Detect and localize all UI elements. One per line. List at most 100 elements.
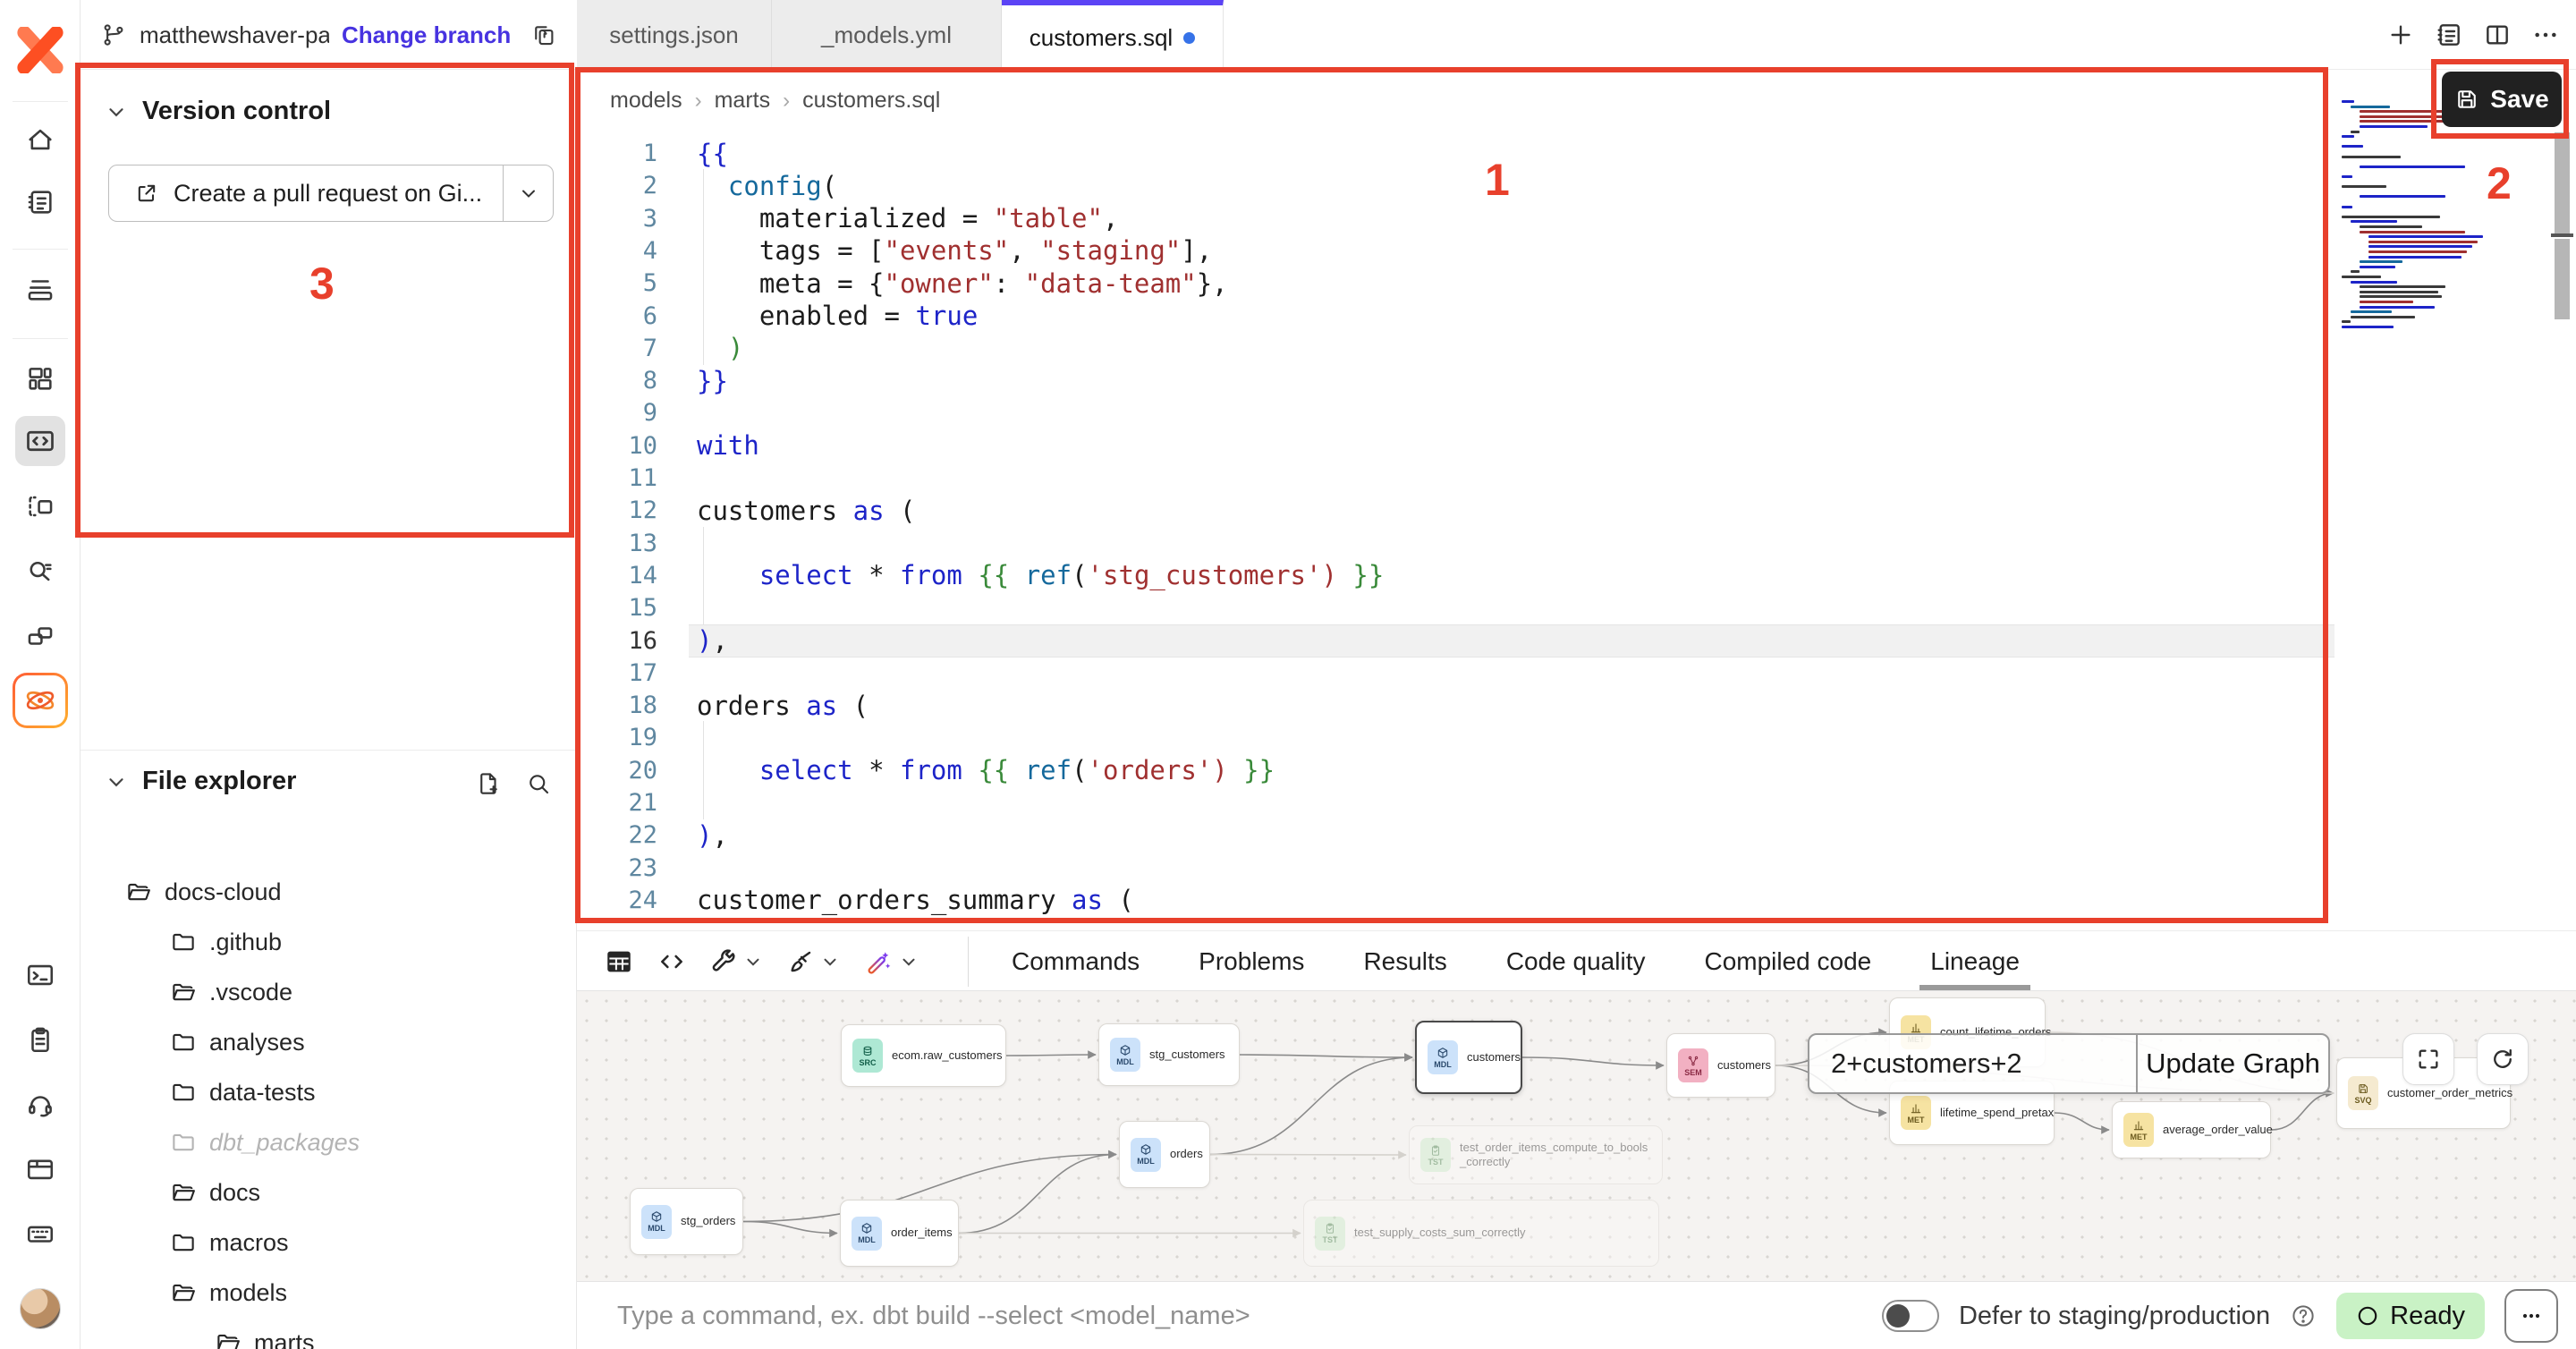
panel-tab-code-quality[interactable]: Code quality — [1501, 947, 1651, 976]
file-item-docs[interactable]: docs — [170, 1173, 260, 1212]
lineage-node-orders[interactable]: MDLorders — [1119, 1121, 1210, 1188]
notebook-icon[interactable] — [15, 177, 65, 227]
keyboard-icon[interactable] — [15, 1209, 65, 1259]
editor-minimap[interactable] — [2342, 100, 2485, 378]
panel-tab-commands[interactable]: Commands — [1006, 947, 1145, 976]
command-input[interactable]: Type a command, ex. dbt build --select <… — [617, 1282, 1250, 1349]
lineage-node-stg_customers[interactable]: MDLstg_customers — [1098, 1023, 1240, 1086]
code-line[interactable]: 14 select * from {{ ref('stg_customers')… — [577, 559, 2343, 592]
file-item-.github[interactable]: .github — [170, 922, 282, 962]
breadcrumb-item[interactable]: models — [610, 88, 682, 114]
dbt-logo[interactable] — [15, 25, 65, 75]
file-item-models[interactable]: models — [170, 1273, 287, 1312]
code-line[interactable]: 3 materialized = "table", — [577, 202, 2343, 235]
split-view-icon[interactable] — [2483, 21, 2512, 49]
ai-fix-wand-icon[interactable] — [863, 946, 919, 977]
chevron-down-icon[interactable] — [743, 952, 763, 971]
breadcrumb-item[interactable]: customers.sql — [802, 88, 940, 114]
dbt-copilot-icon[interactable] — [13, 673, 68, 728]
changelog-icon[interactable] — [2435, 21, 2463, 49]
lineage-node-test_supply[interactable]: TSTtest_supply_costs_sum_correctly — [1303, 1200, 1659, 1267]
lineage-selector-input[interactable]: 2+customers+2 — [1809, 1035, 2138, 1092]
code-line[interactable]: 8}} — [577, 364, 2343, 397]
panel-tab-lineage[interactable]: Lineage — [1925, 947, 2025, 976]
clipboard-icon[interactable] — [15, 1014, 65, 1065]
home-icon[interactable] — [15, 115, 65, 165]
copy-icon[interactable] — [530, 21, 557, 48]
pr-dropdown-caret[interactable] — [503, 165, 553, 221]
code-line[interactable]: 24customer_orders_summary as ( — [577, 884, 2343, 917]
user-avatar[interactable] — [20, 1288, 61, 1329]
code-line[interactable]: 20 select * from {{ ref('orders') }} — [577, 754, 2343, 787]
code-line[interactable]: 7 ) — [577, 332, 2343, 365]
lineage-node-customers_sem[interactable]: SEMcustomers — [1666, 1033, 1775, 1098]
search-icon[interactable] — [525, 770, 552, 797]
file-explorer-header[interactable]: File explorer — [105, 767, 296, 796]
file-item-macros[interactable]: macros — [170, 1223, 289, 1262]
code-line[interactable]: 5 meta = {"owner": "data-team"}, — [577, 267, 2343, 300]
file-item-dbt_packages[interactable]: dbt_packages — [170, 1123, 360, 1162]
lineage-node-stg_orders[interactable]: MDLstg_orders — [630, 1188, 743, 1255]
format-broom-icon[interactable] — [786, 947, 840, 976]
environments-icon[interactable] — [15, 264, 65, 314]
code-line[interactable]: 10with — [577, 429, 2343, 462]
browser-icon[interactable] — [15, 1144, 65, 1194]
code-line[interactable]: 23 — [577, 852, 2343, 885]
more-options-button[interactable] — [2504, 1289, 2558, 1343]
preview-table-icon[interactable] — [604, 946, 634, 977]
code-line[interactable]: 22), — [577, 819, 2343, 852]
code-line[interactable]: 1{{ — [577, 137, 2343, 170]
version-control-header[interactable]: Version control — [105, 97, 331, 126]
lineage-canvas[interactable]: SRCecom.raw_customers MDLstg_customers MDL… — [577, 991, 2576, 1281]
code-line[interactable]: 21 — [577, 786, 2343, 819]
file-item-docs-cloud[interactable]: docs-cloud — [125, 872, 282, 912]
create-pr-button[interactable]: Create a pull request on Gi... — [108, 165, 554, 222]
support-headset-icon[interactable] — [15, 1080, 65, 1130]
update-graph-button[interactable]: Update Graph — [2138, 1035, 2328, 1092]
code-line[interactable]: 18orders as ( — [577, 689, 2343, 722]
file-item-analyses[interactable]: analyses — [170, 1022, 305, 1062]
query-search-icon[interactable] — [15, 546, 65, 596]
code-line[interactable]: 9 — [577, 396, 2343, 429]
breadcrumb-item[interactable]: marts — [715, 88, 771, 114]
file-item-.vscode[interactable]: .vscode — [170, 972, 292, 1012]
build-wrench-icon[interactable] — [709, 947, 763, 976]
code-line[interactable]: 17 — [577, 657, 2343, 690]
help-icon[interactable] — [2290, 1302, 2317, 1329]
file-item-marts[interactable]: marts — [215, 1323, 315, 1349]
orchestration-icon[interactable] — [15, 481, 65, 531]
panel-tab-problems[interactable]: Problems — [1193, 947, 1309, 976]
terminal-icon[interactable] — [15, 950, 65, 1000]
tab-settings.json[interactable]: settings.json — [577, 0, 772, 70]
compile-code-icon[interactable] — [657, 947, 686, 976]
refresh-button[interactable] — [2477, 1033, 2529, 1085]
status-badge[interactable]: Ready — [2336, 1293, 2485, 1339]
code-line[interactable]: 15 — [577, 591, 2343, 624]
code-line[interactable]: 2 config( — [577, 169, 2343, 202]
chevron-down-icon[interactable] — [820, 952, 840, 971]
lineage-node-average_order_value[interactable]: METaverage_order_value — [2112, 1101, 2271, 1158]
panel-tab-compiled-code[interactable]: Compiled code — [1699, 947, 1877, 976]
compare-icon[interactable] — [15, 611, 65, 661]
lineage-node-raw_customers[interactable]: SRCecom.raw_customers — [841, 1024, 1006, 1087]
lineage-node-customers[interactable]: MDLcustomers — [1415, 1021, 1522, 1094]
lineage-node-test_order_items[interactable]: TSTtest_order_items_compute_to_bools _co… — [1409, 1125, 1663, 1184]
dashboard-icon[interactable] — [15, 353, 65, 403]
tab-customers.sql[interactable]: customers.sql — [1002, 0, 1224, 70]
fullscreen-button[interactable] — [2402, 1033, 2454, 1085]
code-editor[interactable]: models›marts›customers.sql 1{{2 config(3… — [577, 70, 2576, 930]
lineage-node-order_items[interactable]: MDLorder_items — [840, 1200, 959, 1267]
new-file-icon[interactable] — [475, 770, 502, 797]
code-line[interactable]: 16), — [577, 624, 2343, 658]
code-line[interactable]: 13 — [577, 527, 2343, 560]
code-line[interactable]: 19 — [577, 721, 2343, 754]
file-item-data-tests[interactable]: data-tests — [170, 1073, 316, 1112]
code-line[interactable]: 4 tags = ["events", "staging"], — [577, 234, 2343, 267]
tab-_models.yml[interactable]: _models.yml — [772, 0, 1002, 70]
save-button[interactable]: Save — [2442, 72, 2562, 127]
scrollbar-thumb[interactable] — [2555, 239, 2570, 319]
overflow-menu-icon[interactable] — [2531, 21, 2560, 49]
code-editor-icon[interactable] — [15, 416, 65, 466]
chevron-down-icon[interactable] — [899, 952, 919, 971]
panel-tab-results[interactable]: Results — [1358, 947, 1452, 976]
